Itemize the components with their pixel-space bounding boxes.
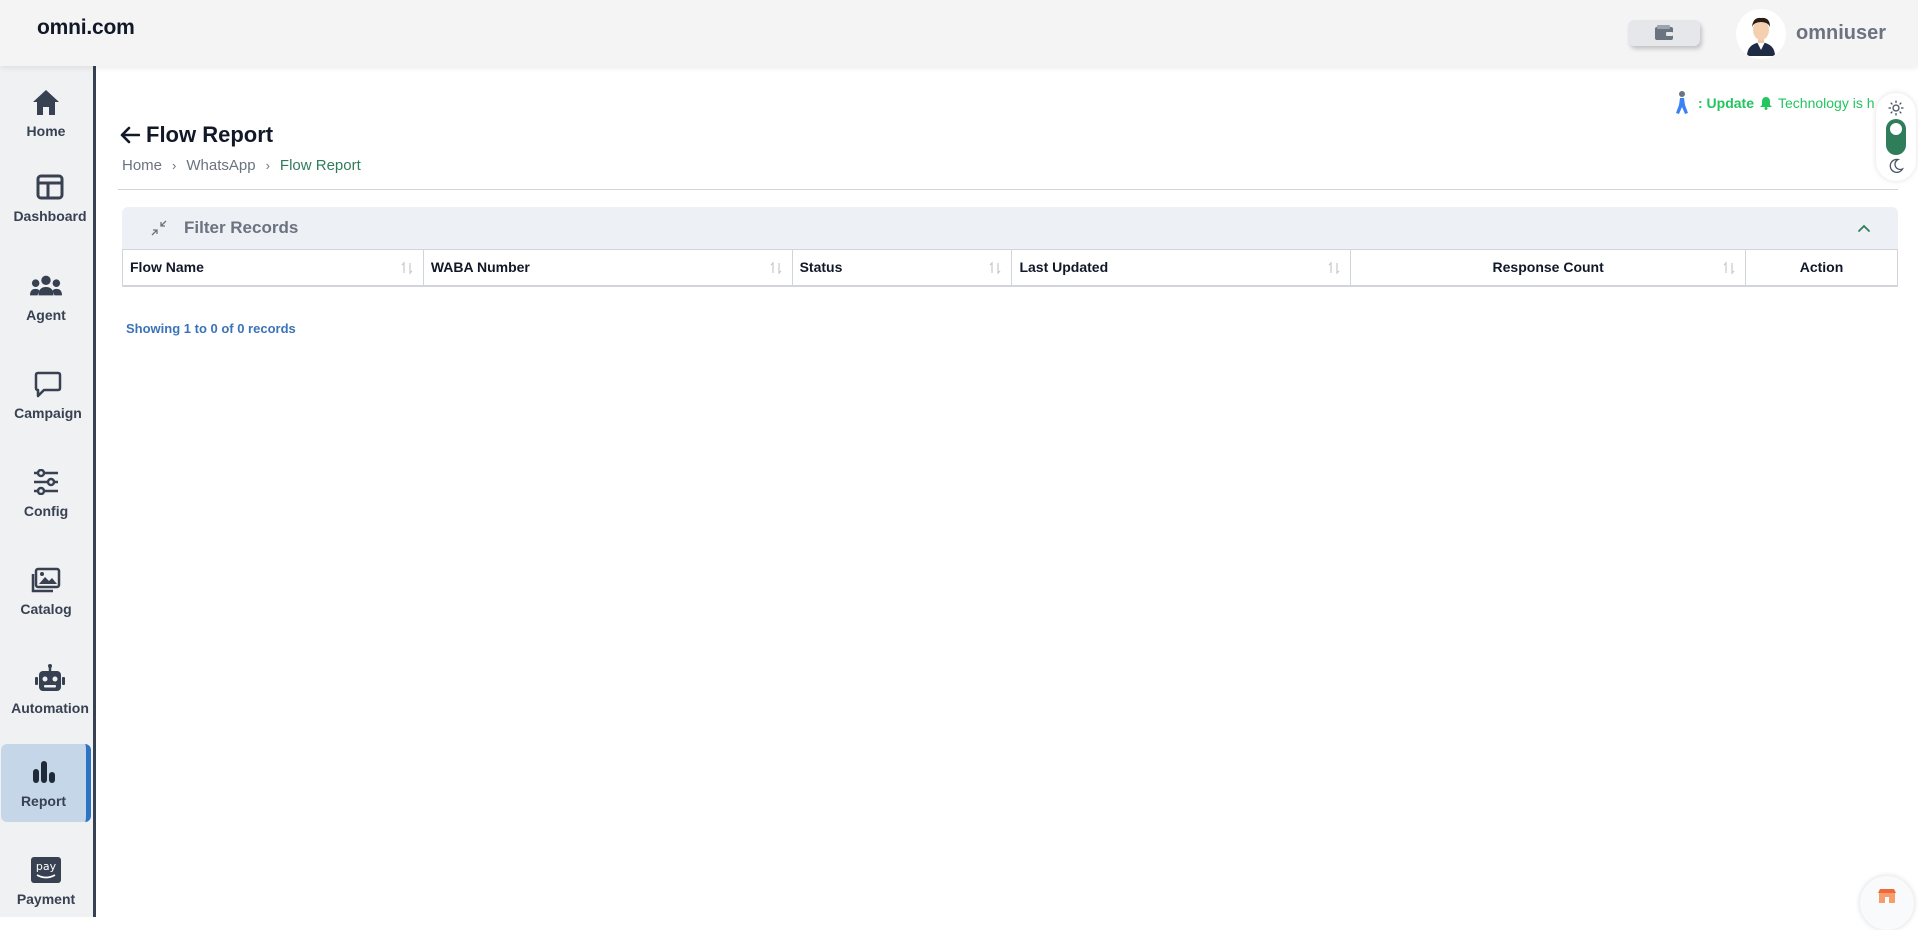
sidebar-item-automation[interactable]: Automation (4, 651, 96, 729)
chat-bubble-icon (34, 371, 62, 398)
column-label: Action (1799, 259, 1844, 276)
sidebar-item-label: Config (23, 503, 69, 519)
sidebar: Home Dashboard Agent Campaign Config Cat… (0, 66, 96, 917)
records-summary: Showing 1 to 0 of 0 records (126, 321, 296, 336)
divider (118, 189, 1898, 190)
records-table: Flow Name WABA Number Status Last Update… (122, 249, 1898, 287)
sun-icon (1888, 100, 1904, 116)
sidebar-item-label: Automation (11, 700, 89, 716)
breadcrumb-home[interactable]: Home (122, 157, 162, 174)
sidebar-item-campaign[interactable]: Campaign (2, 356, 94, 434)
breadcrumb-whatsapp[interactable]: WhatsApp (186, 157, 255, 174)
amazon-pay-icon: pay (31, 857, 61, 883)
sidebar-item-catalog[interactable]: Catalog (0, 552, 92, 630)
sliders-icon (34, 469, 58, 495)
moon-icon (1889, 158, 1904, 173)
filter-records-panel[interactable]: Filter Records (122, 207, 1898, 249)
sidebar-item-label: Agent (26, 307, 66, 323)
sort-icon[interactable] (1328, 261, 1340, 275)
sort-icon[interactable] (989, 261, 1001, 275)
shop-icon (1878, 889, 1896, 903)
notice-text: Technology is h (1778, 95, 1875, 111)
page-title-text: Flow Report (146, 122, 274, 147)
sort-icon[interactable] (401, 261, 413, 275)
theme-switch[interactable] (1886, 119, 1906, 155)
column-label: Flow Name (130, 259, 204, 276)
column-label: Response Count (1492, 259, 1604, 276)
filter-records-title: Filter Records (184, 218, 299, 237)
svg-text:pay: pay (36, 860, 57, 873)
walking-person-icon (1676, 91, 1688, 114)
dashboard-icon (36, 174, 64, 200)
sidebar-item-payment[interactable]: pay Payment (0, 842, 92, 920)
sidebar-item-dashboard[interactable]: Dashboard (4, 159, 96, 237)
page-title: Flow Report (120, 122, 273, 148)
notice-label: : Update (1698, 95, 1754, 111)
update-notice: : Update Technology is h (1672, 89, 1878, 117)
sidebar-item-label: Catalog (20, 601, 72, 617)
chevron-right-icon: › (265, 158, 270, 173)
robot-icon (35, 664, 65, 691)
wallet-icon (1655, 25, 1673, 40)
sidebar-item-config[interactable]: Config (0, 454, 92, 532)
sort-icon[interactable] (770, 261, 782, 275)
sidebar-item-report[interactable]: Report (1, 744, 91, 822)
collapse-arrows-icon[interactable] (150, 219, 168, 237)
column-header-waba-number[interactable]: WABA Number (422, 249, 793, 287)
sidebar-item-label: Payment (16, 891, 76, 907)
column-label: Last Updated (1019, 259, 1109, 276)
sidebar-item-label: Campaign (14, 405, 82, 421)
column-label: WABA Number (430, 259, 530, 276)
wallet-button[interactable] (1628, 20, 1700, 46)
username[interactable]: omniuser (1796, 22, 1886, 45)
sort-icon[interactable] (1723, 261, 1735, 275)
chevron-up-icon[interactable] (1856, 220, 1872, 236)
column-header-response-count[interactable]: Response Count (1350, 249, 1747, 287)
back-arrow-icon[interactable] (120, 126, 140, 144)
column-header-flow-name[interactable]: Flow Name (122, 249, 424, 287)
agents-icon (30, 275, 62, 296)
top-bar: omni.com omniuser (0, 0, 1918, 66)
breadcrumb-current: Flow Report (279, 157, 361, 174)
column-label: Status (799, 259, 843, 276)
avatar[interactable] (1736, 9, 1786, 59)
bar-chart-icon (32, 761, 55, 783)
sidebar-item-label: Report (20, 793, 67, 809)
image-icon (31, 567, 61, 593)
sidebar-item-label: Dashboard (13, 208, 87, 224)
home-icon (33, 90, 59, 115)
breadcrumb: Home › WhatsApp › Flow Report (122, 157, 361, 174)
column-header-status[interactable]: Status (791, 249, 1013, 287)
user-avatar-icon (1747, 17, 1775, 56)
sidebar-item-home[interactable]: Home (0, 74, 92, 152)
column-header-action: Action (1745, 249, 1898, 287)
sidebar-item-label: Home (26, 123, 66, 139)
bell-icon (1760, 97, 1772, 110)
column-header-last-updated[interactable]: Last Updated (1011, 249, 1352, 287)
chevron-right-icon: › (172, 158, 177, 173)
sidebar-item-agent[interactable]: Agent (0, 258, 92, 336)
app-logo[interactable]: omni.com (37, 16, 135, 40)
floating-shop-button[interactable] (1860, 876, 1914, 930)
theme-switch-knob (1890, 123, 1902, 135)
theme-toggle[interactable] (1876, 93, 1916, 181)
